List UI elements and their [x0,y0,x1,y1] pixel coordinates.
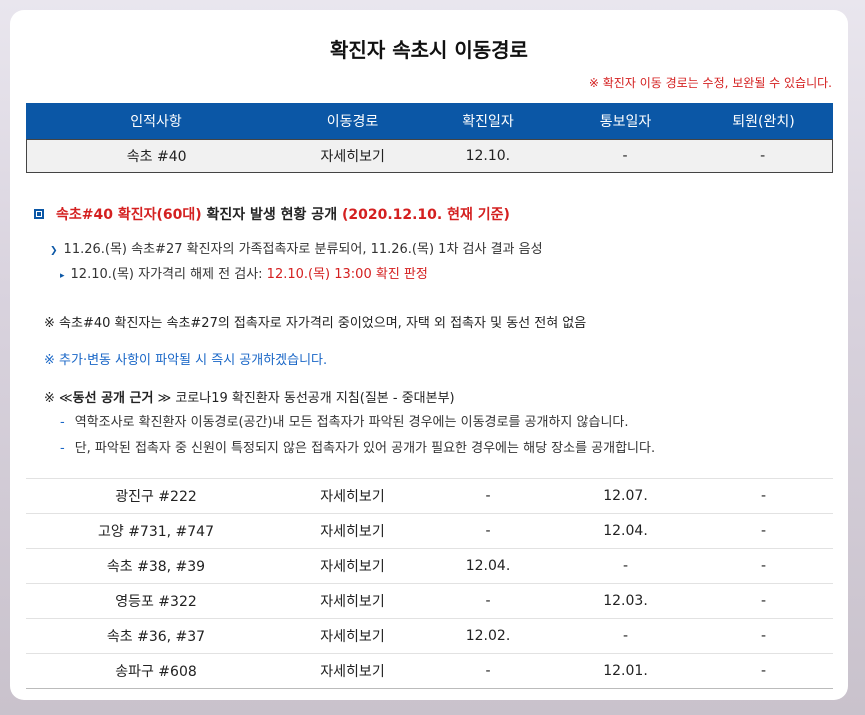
cell-confirmed-date: - [485,488,491,504]
cell-notified-date: - [622,628,629,644]
cell-discharged: - [760,488,767,504]
basis-item-1-text: 역학조사로 확진환자 이동경로(공간)내 모든 접촉자가 파악된 경우에는 이동… [74,415,629,430]
cell-notified-date: - [622,558,629,574]
page-title: 확진자 속초시 이동경로 [330,38,528,62]
case-heading: 속초#40 확진자(60대) 확진자 발생 현황 공개 (2020.12.10.… [34,204,510,224]
cell-personal-info: 속초 #36, #37 [106,629,206,645]
cell-notified-date: 12.01. [603,663,648,679]
basis-bold: 동선 공개 근거 [72,391,154,406]
cell-discharged: - [760,663,767,679]
header-notified-date: 통보일자 [599,114,652,130]
cell-discharged: - [760,593,767,609]
table-row[interactable]: 고양 #731, #747 자세히보기 - 12.04. - [26,513,833,548]
cell-confirmed-date: - [485,523,491,539]
case-detail-2: ▸ 12.10.(목) 자가격리 해제 전 검사: 12.10.(목) 13:00… [60,263,428,282]
selected-table-row[interactable]: 속초 #40 자세히보기 12.10. - - [26,139,833,173]
cell-confirmed-date: - [485,593,491,609]
dash-bullet: - [60,441,65,456]
content-card: 확진자 속초시 이동경로 ※ 확진자 이동 경로는 수정, 보완될 수 있습니다… [10,10,848,700]
revision-notice: ※ 확진자 이동 경로는 수정, 보완될 수 있습니다. [588,76,832,90]
cell-confirmed-date: - [485,663,491,679]
header-discharged: 퇴원(완치) [732,114,795,130]
case-heading-date: (2020.12.10. 현재 기준) [341,207,510,223]
basis-item-1: - 역학조사로 확진환자 이동경로(공간)내 모든 접촉자가 파악된 경우에는 이… [60,411,629,430]
header-route: 이동경로 [326,114,379,130]
dash-bullet: - [60,415,65,430]
square-bullet-icon [34,209,44,219]
case-heading-text: 확진자 발생 현황 공개 [201,207,342,223]
triangle-right-icon: ▸ [60,271,65,281]
detail-link[interactable]: 자세히보기 [286,486,419,506]
cell-personal-info: 영등포 #322 [115,594,197,610]
basis-item-2: - 단, 파악된 접촉자 중 신원이 특정되지 않은 접촉자가 있어 공개가 필요… [60,437,655,456]
disclosure-basis: ※ ≪동선 공개 근거 ≫ 코로나19 확진환자 동선공개 지침(질본 - 중대… [44,387,455,406]
cell-notified-date: 12.04. [603,523,648,539]
cell-discharged: - [760,523,767,539]
table-row[interactable]: 광진구 #222 자세히보기 - 12.07. - [26,478,833,513]
cell-notified-date: 12.07. [603,488,648,504]
detail-link[interactable]: 자세히보기 [286,521,419,541]
update-note: ※ 추가·변동 사항이 파악될 시 즉시 공개하겠습니다. [44,353,328,368]
cell-confirmed-date: 12.04. [465,558,511,574]
case-detail-1: ❯ 11.26.(목) 속초#27 확진자의 가족접촉자로 분류되어, 11.26… [50,238,543,257]
detail-link[interactable]: 자세히보기 [286,591,419,611]
case-detail-2-result: 12.10.(목) 13:00 확진 판정 [266,267,428,282]
cell-discharged: - [760,628,767,644]
cell-personal-info: 속초 #40 [126,149,187,165]
table-header: 인적사항 이동경로 확진일자 통보일자 퇴원(완치) [26,103,833,139]
table-row[interactable]: 송파구 #608 자세히보기 - 12.01. - [26,653,833,689]
contact-note: ※ 속초#40 확진자는 속초#27의 접촉자로 자가격리 중이었으며, 자택 … [44,316,587,331]
header-confirmed-date: 확진일자 [462,114,514,130]
cell-personal-info: 속초 #38, #39 [106,559,206,575]
detail-link[interactable]: 자세히보기 [286,661,419,681]
detail-link[interactable]: 자세히보기 [286,556,419,576]
basis-item-2-text: 단, 파악된 접촉자 중 신원이 특정되지 않은 접촉자가 있어 공개가 필요한… [74,441,656,456]
cell-notified-date: 12.03. [603,593,648,609]
cell-personal-info: 송파구 #608 [115,664,197,680]
detail-link[interactable]: 자세히보기 [286,626,419,646]
cell-discharged: - [760,558,767,574]
cell-confirmed-date: 12.02. [465,628,511,644]
table-row[interactable]: 영등포 #322 자세히보기 - 12.03. - [26,583,833,618]
header-personal-info: 인적사항 [130,114,182,130]
cell-personal-info: 광진구 #222 [115,489,197,505]
basis-suffix: ≫ 코로나19 확진환자 동선공개 지침(질본 - 중대본부) [153,391,455,406]
cell-notified-date: - [622,148,628,164]
table-row[interactable]: 속초 #38, #39 자세히보기 12.04. - - [26,548,833,583]
cell-discharged: - [760,148,766,164]
cell-personal-info: 고양 #731, #747 [97,524,214,540]
chevron-right-icon: ❯ [50,246,58,256]
table-row[interactable]: 속초 #36, #37 자세히보기 12.02. - - [26,618,833,653]
basis-prefix: ※ ≪ [44,391,73,406]
case-detail-1-text: 11.26.(목) 속초#27 확진자의 가족접촉자로 분류되어, 11.26.… [63,242,543,257]
case-detail-2-text: 12.10.(목) 자가격리 해제 전 검사: [70,267,267,282]
cell-confirmed-date: 12.10. [465,148,511,164]
case-list: 광진구 #222 자세히보기 - 12.07. - 고양 #731, #747 … [26,478,833,689]
detail-link[interactable]: 자세히보기 [286,146,419,166]
case-heading-patient: 속초#40 확진자(60대) [56,207,202,223]
